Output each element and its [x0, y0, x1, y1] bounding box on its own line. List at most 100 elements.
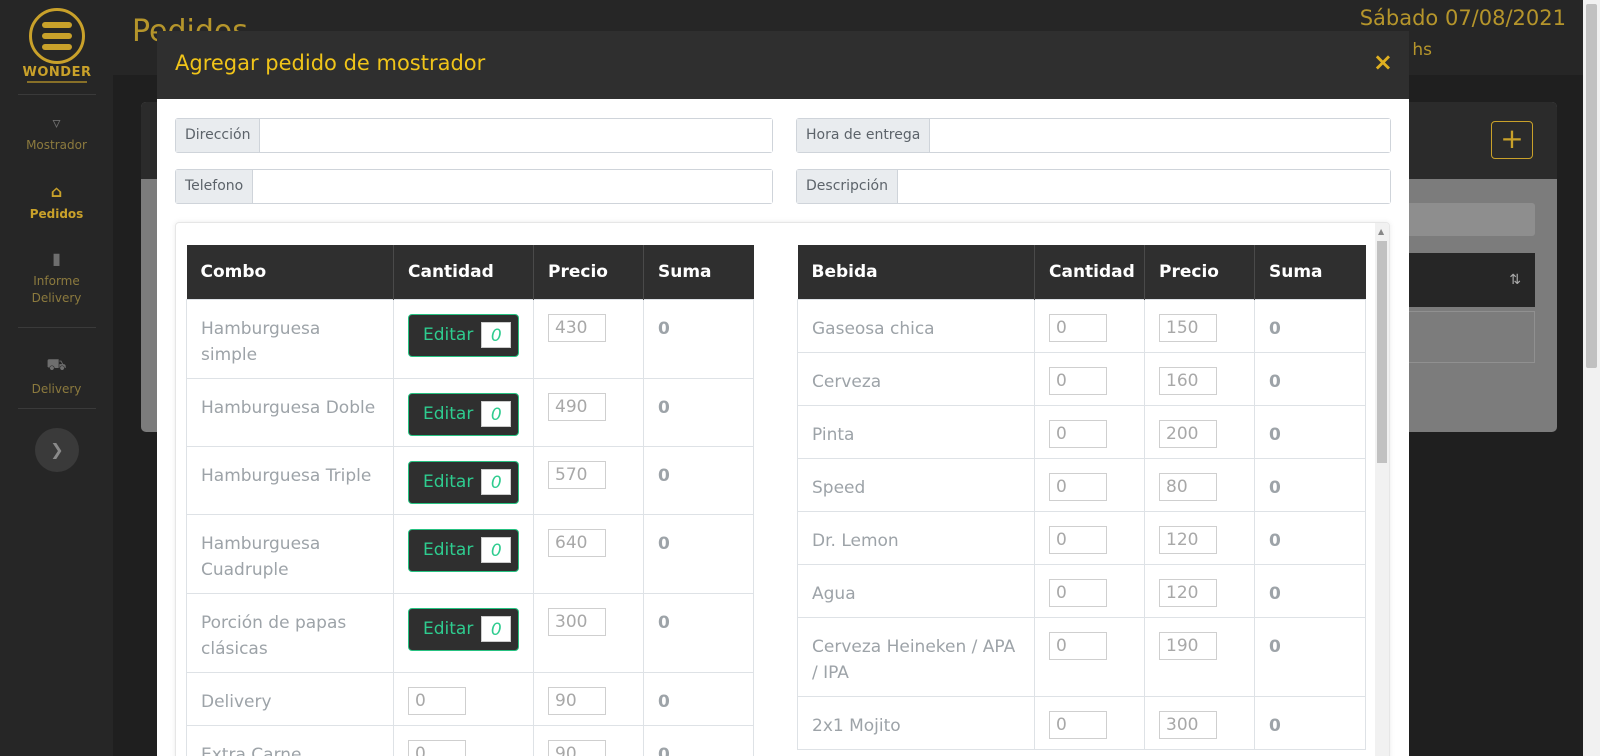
cantidad-header: Cantidad: [1034, 245, 1145, 299]
bebida-name: Gaseosa chica: [797, 298, 1035, 353]
direccion-input[interactable]: [260, 119, 772, 152]
cocktail-icon: ▿: [52, 113, 61, 132]
table-row: Pinta 0 200 0: [797, 404, 1366, 459]
edit-combo-button[interactable]: Editar 0: [408, 528, 520, 572]
price-input[interactable]: 120: [1159, 525, 1217, 554]
sum-value: 0: [643, 671, 754, 726]
scroll-up-icon[interactable]: ▲: [1378, 227, 1384, 236]
combo-name: Delivery: [186, 671, 394, 726]
quantity-input[interactable]: 0: [1049, 472, 1107, 501]
brand-logo[interactable]: WONDER: [20, 8, 94, 88]
suma-header: Suma: [643, 245, 754, 299]
quantity-cell: Editar 0: [393, 298, 534, 379]
sum-value: 0: [643, 592, 754, 673]
table-row: Hamburguesa Triple Editar 0 570 0: [186, 445, 754, 515]
edit-label: Editar: [423, 325, 474, 345]
quantity-input[interactable]: 0: [1049, 578, 1107, 607]
sum-value: 0: [1254, 351, 1366, 406]
sidebar-item-delivery[interactable]: ⛟ Delivery: [0, 355, 113, 396]
cantidad-header: Cantidad: [393, 245, 534, 299]
table-row: Speed 0 80 0: [797, 457, 1366, 512]
telefono-input[interactable]: [253, 170, 772, 203]
bebida-name: Agua: [797, 563, 1035, 618]
quantity-cell: 0: [1034, 563, 1145, 618]
telefono-field: Telefono: [175, 169, 773, 204]
quantity-cell: Editar 0: [393, 445, 534, 515]
price-cell: 490: [533, 377, 644, 447]
edit-combo-button[interactable]: Editar 0: [408, 460, 520, 504]
edit-combo-button[interactable]: Editar 0: [408, 607, 520, 651]
panel-scrollbar[interactable]: ▲: [1375, 223, 1389, 756]
price-input[interactable]: 90: [548, 686, 606, 715]
quantity-cell: 0: [1034, 695, 1145, 750]
price-input[interactable]: 90: [548, 739, 606, 756]
hora-entrega-input[interactable]: [930, 119, 1390, 152]
price-cell: 160: [1144, 351, 1255, 406]
sidebar-toggle-button[interactable]: ❯: [35, 428, 79, 472]
quantity-input[interactable]: 0: [1049, 631, 1107, 660]
plus-icon: +: [1500, 122, 1524, 155]
combo-name: Porción de papas clásicas: [186, 592, 394, 673]
quantity-input[interactable]: 0: [1049, 366, 1107, 395]
edit-combo-button[interactable]: Editar 0: [408, 313, 520, 357]
price-cell: 430: [533, 298, 644, 379]
combo-name: Hamburguesa Doble: [186, 377, 394, 447]
quantity-input[interactable]: 0: [1049, 313, 1107, 342]
descripcion-input[interactable]: [897, 170, 1390, 203]
combo-name: Hamburguesa Cuadruple: [186, 513, 394, 594]
combo-name: Hamburguesa Triple: [186, 445, 394, 515]
combo-header: Combo: [186, 245, 394, 299]
quantity-input[interactable]: 0: [1049, 710, 1107, 739]
combo-name: Extra Carne: [186, 724, 394, 756]
orders-search-input[interactable]: [1390, 203, 1535, 236]
sum-value: 0: [643, 445, 754, 515]
price-input[interactable]: 300: [1159, 710, 1217, 739]
quantity-cell: Editar 0: [393, 592, 534, 673]
table-row: Porción de papas clásicas Editar 0 300 0: [186, 592, 754, 673]
sidebar-divider: [18, 408, 96, 409]
modal-header: Agregar pedido de mostrador ×: [157, 31, 1409, 99]
close-icon[interactable]: ×: [1373, 48, 1393, 76]
price-input[interactable]: 150: [1159, 313, 1217, 342]
quantity-input[interactable]: 0: [408, 739, 466, 756]
table-row: Hamburguesa Cuadruple Editar 0 640 0: [186, 513, 754, 594]
edit-count: 0: [481, 469, 512, 495]
price-input[interactable]: 80: [1159, 472, 1217, 501]
sidebar-item-informe-delivery[interactable]: ▮ Informe Delivery: [0, 250, 113, 307]
price-input[interactable]: 570: [548, 460, 606, 489]
quantity-cell: 0: [393, 724, 534, 756]
table-row: Gaseosa chica 0 150 0: [797, 298, 1366, 353]
table-row: Dr. Lemon 0 120 0: [797, 510, 1366, 565]
descripcion-label: Descripción: [797, 170, 898, 203]
sum-value: 0: [1254, 616, 1366, 697]
price-input[interactable]: 640: [548, 528, 606, 557]
table-row: Hamburguesa Doble Editar 0 490 0: [186, 377, 754, 447]
price-cell: 120: [1144, 563, 1255, 618]
quantity-input[interactable]: 0: [1049, 419, 1107, 448]
price-input[interactable]: 160: [1159, 366, 1217, 395]
sum-value: 0: [1254, 298, 1366, 353]
price-input[interactable]: 490: [548, 392, 606, 421]
quantity-cell: 0: [1034, 510, 1145, 565]
edit-count: 0: [481, 616, 512, 642]
add-order-button[interactable]: +: [1491, 121, 1533, 159]
price-input[interactable]: 120: [1159, 578, 1217, 607]
sum-value: 0: [643, 513, 754, 594]
sort-icon[interactable]: ⇅: [1509, 272, 1521, 288]
sidebar-item-mostrador[interactable]: ▿ Mostrador: [0, 113, 113, 152]
price-input[interactable]: 200: [1159, 419, 1217, 448]
hora-entrega-field: Hora de entrega: [796, 118, 1391, 153]
edit-combo-button[interactable]: Editar 0: [408, 392, 520, 436]
table-row: Cerveza 0 160 0: [797, 351, 1366, 406]
quantity-input[interactable]: 0: [408, 686, 466, 715]
bebida-name: Dr. Lemon: [797, 510, 1035, 565]
price-input[interactable]: 190: [1159, 631, 1217, 660]
quantity-input[interactable]: 0: [1049, 525, 1107, 554]
price-input[interactable]: 430: [548, 313, 606, 342]
precio-header: Precio: [1144, 245, 1255, 299]
order-tables-panel: Combo Cantidad Precio Suma Hamburguesa s…: [175, 222, 1390, 756]
sidebar-item-pedidos[interactable]: ⌂ Pedidos: [0, 182, 113, 221]
price-input[interactable]: 300: [548, 607, 606, 636]
page-scrollbar[interactable]: [1583, 0, 1600, 756]
bebida-header: Bebida: [797, 245, 1035, 299]
